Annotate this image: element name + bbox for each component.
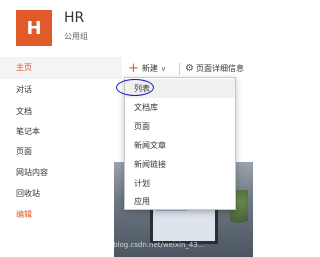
command-divider	[179, 63, 180, 75]
menu-item-document-library[interactable]: 文档库	[125, 98, 235, 117]
menu-item-news-post[interactable]: 新闻文章	[125, 136, 235, 155]
chevron-down-icon: ∨	[160, 65, 167, 73]
menu-item-app[interactable]: 应用	[125, 192, 235, 211]
nav-item-site-contents[interactable]: 网站内容	[0, 162, 122, 184]
plus-icon: +	[128, 61, 139, 76]
page-details-label: 页面详细信息	[195, 64, 244, 73]
menu-item-list[interactable]: 列表	[125, 79, 235, 98]
gear-icon: ⚙	[185, 63, 194, 74]
menu-item-page[interactable]: 页面	[125, 117, 235, 136]
nav-item-recycle-bin[interactable]: 回收站	[0, 183, 122, 205]
new-button-label: 新建	[141, 64, 158, 73]
site-header: H HR 公用组	[0, 0, 253, 56]
nav-item-conversations[interactable]: 对话	[0, 79, 122, 101]
site-logo[interactable]: H	[16, 10, 52, 46]
site-subtitle: 公用组	[64, 32, 88, 41]
site-title[interactable]: HR	[64, 10, 84, 26]
nav-edit-link[interactable]: 编辑	[0, 204, 122, 226]
quick-launch-nav: 主页 对话 文档 笔记本 页面 网站内容 回收站 编辑	[0, 57, 122, 257]
watermark-text: https://blog.csdn.net/weixin_43...	[88, 241, 205, 249]
nav-item-home[interactable]: 主页	[0, 57, 122, 79]
menu-item-news-link[interactable]: 新闻链接	[125, 155, 235, 174]
menu-item-plan[interactable]: 计划	[125, 174, 235, 193]
nav-item-pages[interactable]: 页面	[0, 141, 122, 163]
new-menu-dropdown: 列表 文档库 页面 新闻文章 新闻链接 计划 应用	[124, 77, 236, 210]
nav-item-notebook[interactable]: 笔记本	[0, 121, 122, 143]
nav-item-documents[interactable]: 文档	[0, 101, 122, 123]
